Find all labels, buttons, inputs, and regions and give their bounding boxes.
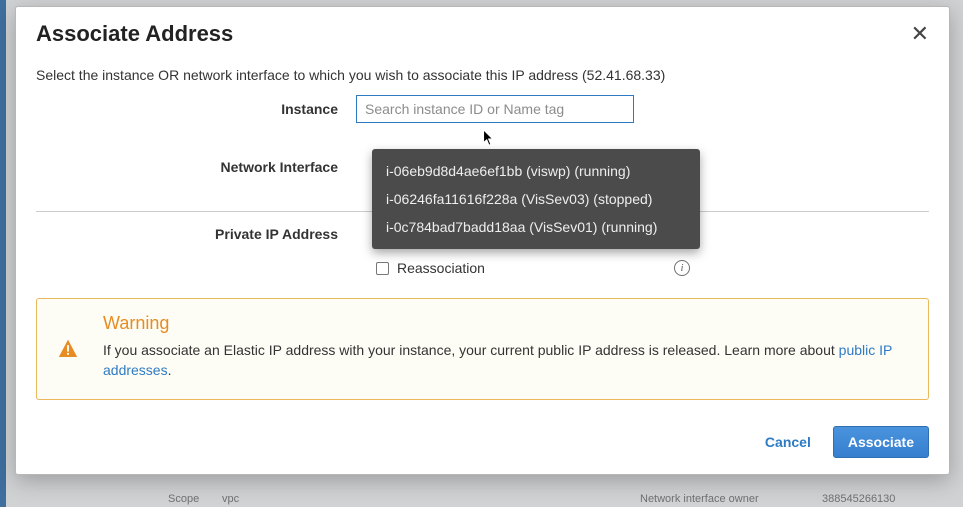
instance-search-input[interactable] — [356, 95, 634, 123]
modal-footer: Cancel Associate — [16, 414, 949, 474]
instance-row: Instance — [36, 95, 929, 123]
bg-owner-value: 388545266130 — [822, 493, 895, 505]
info-icon[interactable]: i — [674, 260, 690, 276]
warning-icon — [57, 317, 79, 381]
bg-scope-label: Scope — [168, 493, 199, 505]
modal-description: Select the instance OR network interface… — [36, 67, 929, 83]
warning-box: Warning If you associate an Elastic IP a… — [36, 298, 929, 400]
network-interface-label: Network Interface — [36, 159, 356, 175]
associate-address-modal: Associate Address ✕ Select the instance … — [15, 6, 950, 475]
reassociation-checkbox[interactable] — [376, 262, 389, 275]
warning-content: Warning If you associate an Elastic IP a… — [103, 313, 908, 381]
bg-owner-label: Network interface owner — [640, 493, 759, 505]
warning-text-after: . — [168, 362, 172, 378]
associate-button[interactable]: Associate — [833, 426, 929, 458]
dropdown-item[interactable]: i-06eb9d8d4ae6ef1bb (viswp) (running) — [372, 157, 700, 185]
instance-dropdown[interactable]: i-06eb9d8d4ae6ef1bb (viswp) (running) i-… — [372, 149, 700, 249]
private-ip-label: Private IP Address — [36, 226, 356, 242]
reassociation-row: Reassociation i — [36, 260, 929, 276]
close-icon[interactable]: ✕ — [911, 21, 929, 47]
dropdown-item[interactable]: i-0c784bad7badd18aa (VisSev01) (running) — [372, 213, 700, 241]
modal-header: Associate Address ✕ — [16, 7, 949, 57]
background-sidebar-strip — [0, 0, 6, 507]
warning-text-part: If you associate an Elastic IP address w… — [103, 342, 839, 358]
warning-title: Warning — [103, 313, 908, 334]
modal-title: Associate Address — [36, 21, 233, 47]
cancel-button[interactable]: Cancel — [765, 434, 811, 450]
reassociation-label: Reassociation — [397, 260, 485, 276]
dropdown-item[interactable]: i-06246fa11616f228a (VisSev03) (stopped) — [372, 185, 700, 213]
warning-text: If you associate an Elastic IP address w… — [103, 340, 908, 381]
instance-label: Instance — [36, 101, 356, 117]
background-details-strip: Scope vpc Network interface owner 388545… — [0, 493, 963, 507]
bg-scope-value: vpc — [222, 493, 239, 505]
reassociation-checkbox-wrap[interactable]: Reassociation — [376, 260, 485, 276]
